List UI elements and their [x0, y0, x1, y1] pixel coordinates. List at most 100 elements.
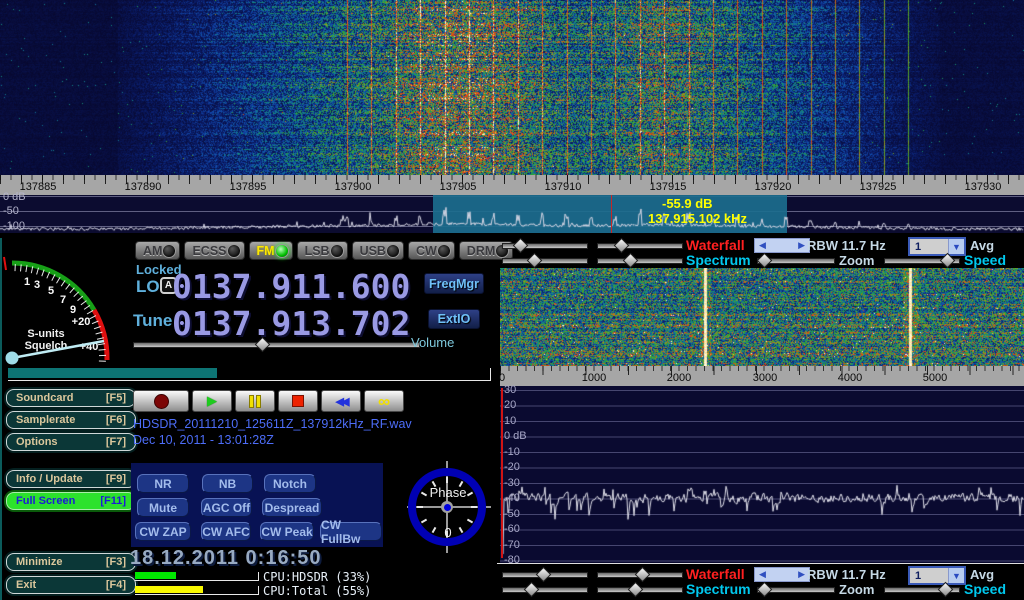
waterfall-scrollbar[interactable]: ◀ ▶	[754, 238, 810, 253]
loop-icon: ∞	[378, 393, 390, 410]
rewind-icon: ◀◀	[336, 395, 347, 408]
soundcard-button[interactable]: Soundcard[F5]	[6, 389, 136, 407]
mute-button[interactable]: Mute	[137, 498, 189, 517]
volume-slider-handle[interactable]	[255, 337, 271, 353]
mode-led	[330, 244, 344, 258]
mode-fm-button[interactable]: FM	[249, 241, 293, 260]
avg-dropdown[interactable]: 1 ▼	[908, 237, 966, 256]
phase-title: Phase	[412, 485, 484, 500]
mode-button-row: AM ECSS FM LSB USB CW DRM	[135, 241, 497, 260]
minimize-button[interactable]: Minimize[F3]	[6, 553, 136, 571]
spectrum-lower-slider-2[interactable]	[597, 584, 683, 595]
af-frequency-ruler[interactable]: 0 1000 2000 3000 4000 5000	[500, 366, 1024, 386]
chevron-down-icon[interactable]: ▼	[948, 239, 964, 254]
scroll-right-icon[interactable]: ▶	[798, 569, 805, 580]
options-button[interactable]: Options[F7]	[6, 433, 136, 451]
despread-button[interactable]: Despread	[262, 498, 322, 517]
scroll-right-icon[interactable]: ▶	[798, 240, 805, 251]
rbw-label-2: RBW 11.7 Hz	[807, 567, 886, 582]
mode-cw-button[interactable]: CW	[408, 241, 455, 260]
mode-led-on	[275, 244, 289, 258]
cw-fullbw-button[interactable]: CW FullBw	[320, 522, 382, 541]
waterfall-lower-slider-2[interactable]	[597, 569, 683, 580]
s-meter[interactable]: 1 3 5 7 9 +20 +40 S-units Squelch	[2, 240, 126, 366]
db-axis-label: 0 dB	[3, 191, 26, 203]
ruler-tick-label: 2000	[667, 372, 691, 384]
mode-am-button[interactable]: AM	[135, 241, 180, 260]
db-axis-label: -50	[504, 508, 520, 520]
cw-afc-button[interactable]: CW AFC	[201, 522, 251, 541]
record-icon	[154, 394, 169, 409]
main-waterfall-display[interactable]	[0, 0, 1024, 175]
db-axis-label: 0 dB	[504, 430, 527, 442]
spectrum-label-2: Spectrum	[686, 581, 751, 597]
main-spectrum-display[interactable]: 0 dB -50 -100 -55.9 dB 137.915.102 kHz	[0, 195, 1024, 233]
af-waterfall-display[interactable]	[500, 268, 1024, 366]
phase-value: 0	[412, 525, 484, 540]
waterfall-scrollbar-2[interactable]: ◀ ▶	[754, 567, 810, 582]
spectrum-upper-slider-2[interactable]	[502, 584, 588, 595]
lo-label: LO	[136, 277, 160, 297]
db-axis-label: -30	[504, 477, 520, 489]
zoom-slider-2[interactable]	[757, 584, 835, 595]
scroll-left-icon[interactable]: ◀	[759, 569, 766, 580]
mode-lsb-button[interactable]: LSB	[297, 241, 348, 260]
avg-dropdown-2[interactable]: 1 ▼	[908, 566, 966, 585]
db-axis-label: -20	[504, 461, 520, 473]
panel-divider	[497, 563, 1024, 564]
spectrum-lower-slider[interactable]	[597, 255, 683, 266]
loop-button[interactable]: ∞	[364, 390, 404, 412]
fullscreen-button[interactable]: Full Screen[F11]	[6, 492, 136, 510]
af-spectrum-display[interactable]: 30 20 10 0 dB -10 -20 -30 -40 -50 -60 -7…	[500, 386, 1024, 563]
chevron-down-icon[interactable]: ▼	[948, 568, 964, 583]
notch-button[interactable]: Notch	[264, 474, 316, 493]
mode-ecss-button[interactable]: ECSS	[184, 241, 244, 260]
freqmgr-button[interactable]: FreqMgr	[424, 273, 484, 294]
record-button[interactable]	[133, 390, 189, 412]
smeter-needle-hub	[6, 352, 19, 365]
main-frequency-ruler[interactable]: 137885 137890 137895 137900 137905 13791…	[0, 175, 1024, 196]
scroll-left-icon[interactable]: ◀	[759, 240, 766, 251]
ruler-tick-label: 137900	[335, 181, 372, 193]
cpu-total-label: CPU:Total (55%)	[263, 584, 371, 598]
extio-button[interactable]: ExtIO	[428, 309, 480, 329]
pause-button[interactable]	[235, 390, 275, 412]
samplerate-button[interactable]: Samplerate[F6]	[6, 411, 136, 429]
mode-usb-button[interactable]: USB	[352, 241, 404, 260]
lo-frequency-display[interactable]: 0137.911.600	[172, 267, 410, 306]
audio-level-bar[interactable]	[8, 368, 491, 381]
play-button[interactable]: ▶	[192, 390, 232, 412]
nr-button[interactable]: NR	[137, 474, 189, 493]
db-axis-label: -40	[504, 492, 520, 504]
info-update-button[interactable]: Info / Update[F9]	[6, 470, 136, 488]
cpu-hdsdr-bar	[135, 572, 259, 581]
spectrum-upper-slider[interactable]	[502, 255, 588, 266]
waterfall-lower-slider[interactable]	[597, 240, 683, 251]
waterfall-upper-slider[interactable]	[502, 240, 588, 251]
volume-slider[interactable]	[133, 339, 420, 350]
zoom-slider[interactable]	[757, 255, 835, 266]
stop-button[interactable]	[278, 390, 318, 412]
mode-led	[437, 244, 451, 258]
agc-button[interactable]: AGC Off	[201, 498, 252, 517]
avg-label: Avg	[970, 238, 994, 253]
tune-frequency-display[interactable]: 0137.913.702	[172, 304, 410, 343]
cpu-hdsdr-label: CPU:HDSDR (33%)	[263, 570, 371, 584]
tune-marker-line[interactable]	[611, 195, 612, 233]
ruler-tick-label: 137910	[545, 181, 582, 193]
cpu-total-bar	[135, 586, 259, 595]
speed-label: Speed	[964, 252, 1006, 268]
recorder-controls: ▶ ◀◀ ∞	[133, 390, 404, 412]
smeter-tick-label: 1	[24, 276, 30, 288]
nb-button[interactable]: NB	[202, 474, 253, 493]
date-time-display: 18.12.2011 0:16:50	[130, 547, 322, 570]
ruler-tick-label: 137925	[860, 181, 897, 193]
smeter-overload-mark	[4, 257, 6, 270]
cw-zap-button[interactable]: CW ZAP	[135, 522, 191, 541]
cw-peak-button[interactable]: CW Peak	[260, 522, 314, 541]
speed-slider-2[interactable]	[884, 584, 960, 595]
waterfall-upper-slider-2[interactable]	[502, 569, 588, 580]
speed-slider[interactable]	[884, 255, 960, 266]
rewind-button[interactable]: ◀◀	[321, 390, 361, 412]
exit-button[interactable]: Exit[F4]	[6, 576, 136, 594]
